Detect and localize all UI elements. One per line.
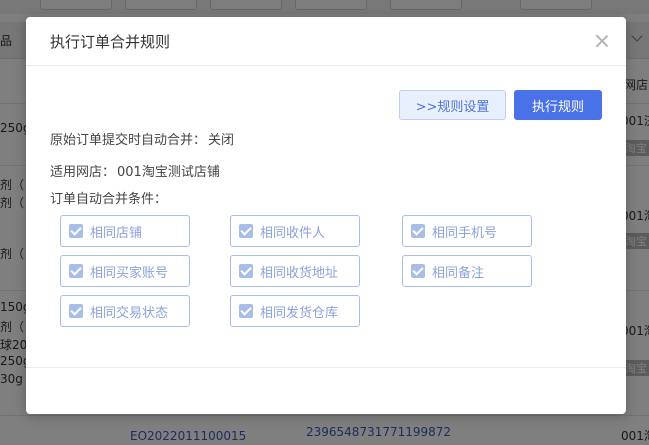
condition-label: 相同手机号	[432, 225, 498, 241]
condition-same-remark[interactable]: 相同备注	[402, 255, 532, 287]
execute-rule-button[interactable]: 执行规则	[514, 90, 602, 120]
condition-same-phone[interactable]: 相同手机号	[402, 215, 532, 247]
dialog-header: 执行订单合并规则	[26, 17, 626, 66]
checkbox-checked-icon[interactable]	[411, 264, 425, 278]
auto-merge-label: 原始订单提交时自动合并：	[50, 133, 207, 148]
shop-value: 001淘宝测试店铺	[117, 165, 220, 180]
checkbox-checked-icon[interactable]	[69, 224, 83, 238]
condition-same-buyer-account[interactable]: 相同买家账号	[60, 255, 190, 287]
condition-same-recipient[interactable]: 相同收件人	[230, 215, 360, 247]
condition-same-address[interactable]: 相同收货地址	[230, 255, 360, 287]
rule-settings-button[interactable]: >>规则设置	[399, 90, 506, 120]
condition-label: 相同备注	[432, 265, 485, 281]
dialog-footer-divider	[26, 367, 626, 368]
condition-label: 相同收件人	[260, 225, 326, 241]
applicable-shop: 适用网店： 001淘宝测试店铺	[50, 161, 220, 180]
condition-label: 相同店铺	[90, 225, 143, 241]
checkbox-checked-icon[interactable]	[239, 264, 253, 278]
condition-label: 相同买家账号	[90, 265, 169, 281]
dialog-title: 执行订单合并规则	[50, 33, 171, 51]
condition-label: 相同交易状态	[90, 305, 169, 321]
merge-rule-dialog: 执行订单合并规则 >>规则设置 执行规则 原始订单提交时自动合并： 关闭 适用网店…	[26, 17, 626, 414]
close-icon[interactable]	[594, 33, 610, 49]
condition-same-warehouse[interactable]: 相同发货仓库	[230, 295, 360, 327]
condition-same-shop[interactable]: 相同店铺	[60, 215, 190, 247]
checkbox-checked-icon[interactable]	[239, 224, 253, 238]
condition-same-trade-status[interactable]: 相同交易状态	[60, 295, 190, 327]
shop-label: 适用网店：	[50, 165, 116, 180]
condition-label: 相同收货地址	[260, 265, 339, 281]
condition-label: 相同发货仓库	[260, 305, 339, 321]
checkbox-checked-icon[interactable]	[239, 304, 253, 318]
conditions-title: 订单自动合并条件：	[50, 192, 168, 207]
checkbox-checked-icon[interactable]	[69, 264, 83, 278]
auto-merge-value: 关闭	[208, 133, 235, 148]
checkbox-checked-icon[interactable]	[411, 224, 425, 238]
checkbox-checked-icon[interactable]	[69, 304, 83, 318]
auto-merge-status: 原始订单提交时自动合并： 关闭	[50, 129, 234, 148]
